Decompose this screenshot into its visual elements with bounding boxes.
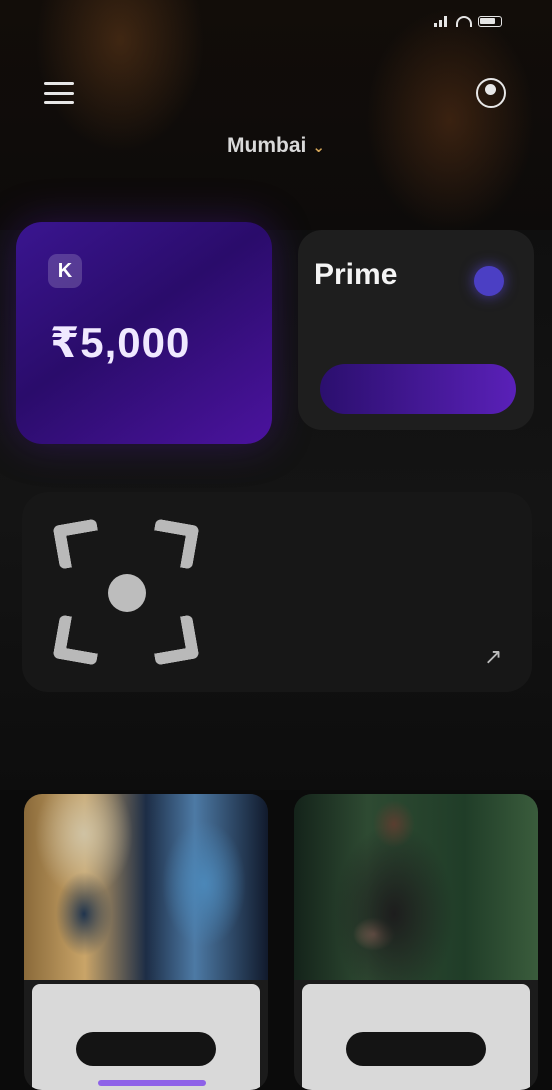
product-panel <box>32 984 260 1090</box>
signal-icon <box>434 16 450 27</box>
offer-title: Prime <box>314 258 398 291</box>
status-icons <box>434 16 502 27</box>
app-header: Mumbai ⌄ <box>0 60 552 170</box>
offer-badge-icon <box>474 266 504 296</box>
wifi-icon <box>456 16 472 27</box>
scan-card[interactable]: ↗ <box>22 492 532 692</box>
location-label: Mumbai <box>227 134 307 157</box>
battery-icon <box>478 16 502 27</box>
product-panel <box>302 984 530 1090</box>
home-indicator <box>98 1080 206 1086</box>
scan-frame-icon <box>52 518 200 666</box>
product-card[interactable] <box>294 794 538 1090</box>
product-button[interactable] <box>346 1032 486 1066</box>
status-bar <box>0 0 552 50</box>
product-card[interactable] <box>24 794 268 1090</box>
brand-logo-icon: K <box>48 254 82 288</box>
chevron-down-icon: ⌄ <box>312 139 325 156</box>
product-image <box>294 794 538 980</box>
product-image <box>24 794 268 980</box>
profile-icon[interactable] <box>476 78 506 108</box>
menu-icon[interactable] <box>44 82 74 104</box>
product-button[interactable] <box>76 1032 216 1066</box>
offer-card[interactable]: Prime <box>298 230 534 430</box>
promo-title: ₹5,000 <box>50 319 191 366</box>
promo-card[interactable]: K ₹5,000 <box>16 222 272 444</box>
arrow-up-right-icon[interactable]: ↗ <box>484 644 502 670</box>
offer-button[interactable] <box>320 364 516 414</box>
location-selector[interactable]: Mumbai ⌄ <box>0 134 552 158</box>
